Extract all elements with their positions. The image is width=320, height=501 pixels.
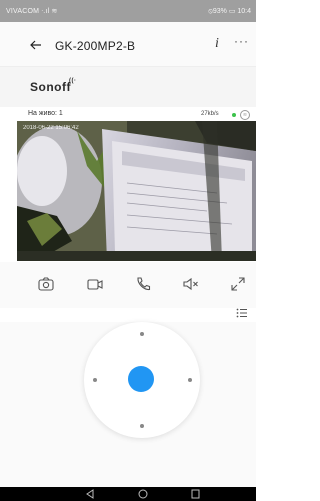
video-frame: [17, 121, 256, 261]
ptz-joystick[interactable]: [84, 322, 200, 438]
status-bar: VIVACOM ᐧ.ıl ≋ ⦸93% ▭ 10:4: [0, 0, 256, 22]
battery-clock: ⦸93% ▭ 10:4: [208, 8, 251, 15]
system-nav-bar: [0, 487, 256, 501]
ptz-right-dot[interactable]: [188, 378, 192, 382]
live-info-bar: На живо: 1 27kb/s ≋: [0, 107, 256, 121]
back-arrow-icon[interactable]: [30, 40, 42, 50]
header: GK-200MP2-B i ···: [0, 22, 256, 67]
fullscreen-icon[interactable]: [229, 276, 247, 292]
nav-recents-icon[interactable]: [191, 489, 200, 499]
nav-back-icon[interactable]: [86, 489, 94, 499]
ptz-control-area: [0, 322, 256, 487]
mute-icon[interactable]: [182, 276, 200, 292]
brand-logo-text: Sonoff: [30, 80, 71, 94]
brand-logo-mark: ((·: [69, 78, 77, 84]
video-feed[interactable]: 2018-06-22 15:06:42: [17, 121, 256, 261]
camera-icon[interactable]: [37, 276, 55, 292]
video-timestamp: 2018-06-22 15:06:42: [23, 125, 79, 131]
carrier-signal: VIVACOM ᐧ.ıl ≋: [6, 8, 58, 15]
ptz-left-dot[interactable]: [93, 378, 97, 382]
online-status-dot: [232, 113, 236, 117]
ptz-center-knob[interactable]: [128, 366, 154, 392]
control-bar: [0, 262, 256, 308]
more-icon[interactable]: ···: [234, 34, 249, 48]
live-viewers-label: На живо: 1: [28, 110, 63, 117]
bitrate-label: 27kb/s: [201, 111, 219, 117]
wifi-icon: ≋: [240, 110, 250, 120]
info-icon[interactable]: i: [215, 36, 219, 52]
ptz-up-dot[interactable]: [140, 332, 144, 336]
page-title: GK-200MP2-B: [55, 39, 136, 53]
brand-logo: Sonoff((·: [30, 78, 77, 94]
brand-bar: Sonoff((·: [0, 67, 256, 107]
list-menu-icon[interactable]: [236, 308, 248, 318]
video-record-icon[interactable]: [86, 276, 104, 292]
phone-icon[interactable]: [134, 276, 152, 292]
nav-home-icon[interactable]: [138, 489, 148, 499]
ptz-down-dot[interactable]: [140, 424, 144, 428]
